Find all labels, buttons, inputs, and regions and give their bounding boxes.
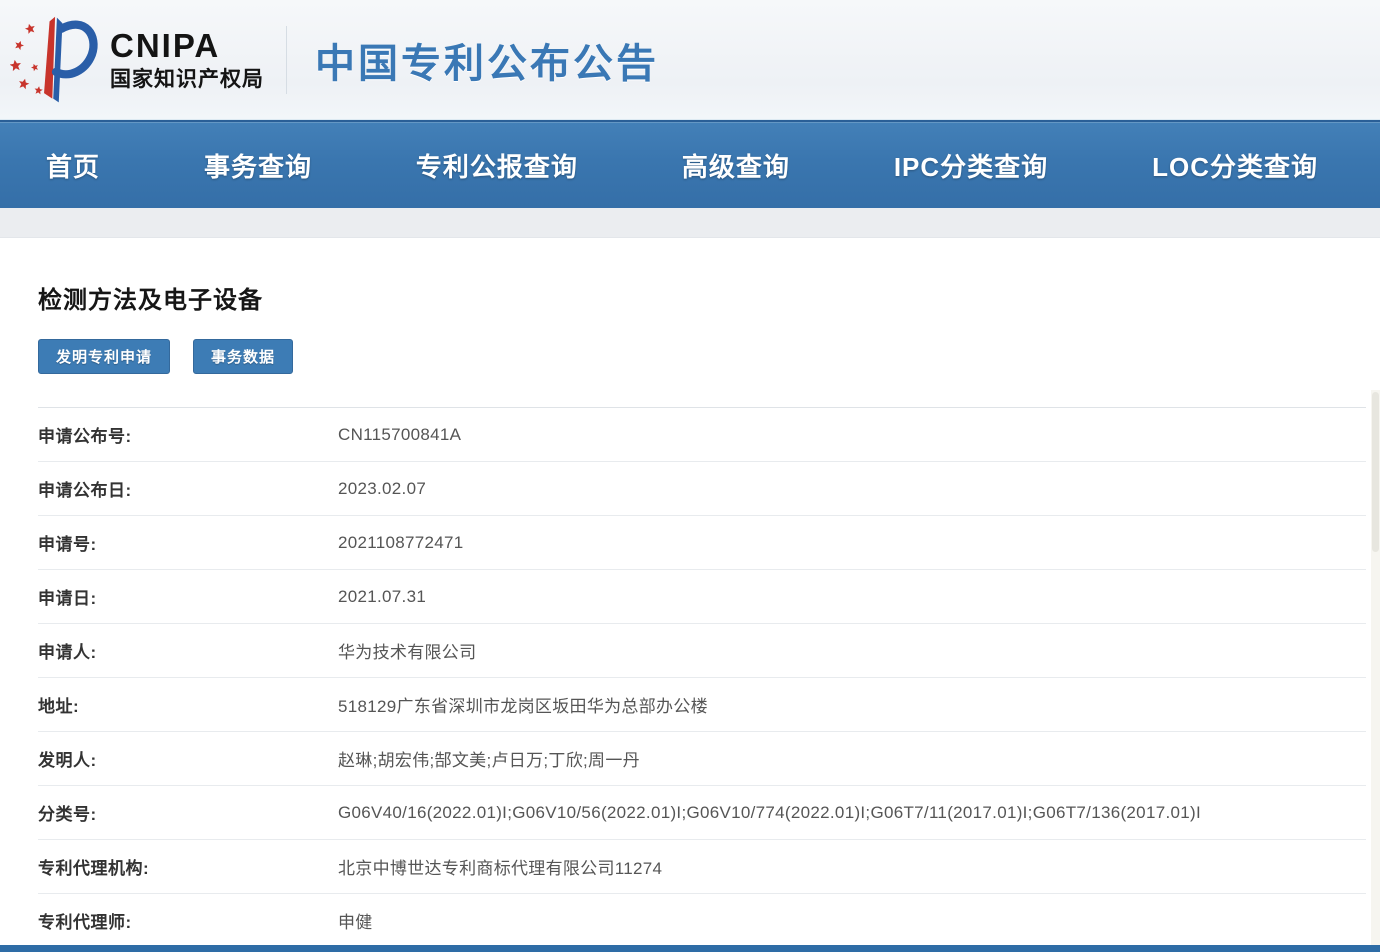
table-row-application-number: 申请号: 2021108772471 <box>38 516 1366 570</box>
logo-org-name: 国家知识产权局 <box>110 68 264 91</box>
nav-item-transaction-query[interactable]: 事务查询 <box>204 147 312 184</box>
field-value: 518129广东省深圳市龙岗区坂田华为总部办公楼 <box>338 692 1366 717</box>
tag-transaction-data-button[interactable]: 事务数据 <box>193 339 293 374</box>
tag-row: 发明专利申请 事务数据 <box>38 339 1380 374</box>
scrollbar[interactable] <box>1371 390 1380 952</box>
nav-item-advanced-query[interactable]: 高级查询 <box>682 147 790 184</box>
patent-title: 检测方法及电子设备 <box>38 280 1380 315</box>
field-label: 地址: <box>38 692 338 717</box>
table-row-publication-number: 申请公布号: CN115700841A <box>38 408 1366 462</box>
patent-detail: 检测方法及电子设备 发明专利申请 事务数据 申请公布号: CN115700841… <box>0 280 1380 948</box>
field-value: 赵琳;胡宏伟;郜文美;卢日万;丁欣;周一丹 <box>338 746 1366 771</box>
logo-acronym: CNIPA <box>110 28 264 64</box>
table-row-agent: 专利代理师: 申健 <box>38 894 1366 948</box>
footer-strip <box>0 945 1380 952</box>
nav-item-loc-query[interactable]: LOC分类查询 <box>1152 147 1318 184</box>
site-title: 中国专利公布公告 <box>315 31 659 89</box>
patent-fields-table: 申请公布号: CN115700841A 申请公布日: 2023.02.07 申请… <box>38 407 1366 948</box>
field-label: 申请号: <box>38 530 338 555</box>
field-label: 申请人: <box>38 638 338 663</box>
nav-item-home[interactable]: 首页 <box>46 147 100 184</box>
field-value: 2023.02.07 <box>338 479 1366 499</box>
field-value: 华为技术有限公司 <box>338 638 1366 663</box>
tag-invention-application-button[interactable]: 发明专利申请 <box>38 339 170 374</box>
table-row-publication-date: 申请公布日: 2023.02.07 <box>38 462 1366 516</box>
field-label: 专利代理机构: <box>38 854 338 879</box>
field-value: 2021.07.31 <box>338 587 1366 607</box>
field-label: 专利代理师: <box>38 908 338 933</box>
sub-header-band <box>0 208 1380 238</box>
field-value: G06V40/16(2022.01)I;G06V10/56(2022.01)I;… <box>338 803 1366 823</box>
table-row-application-date: 申请日: 2021.07.31 <box>38 570 1366 624</box>
table-row-applicant: 申请人: 华为技术有限公司 <box>38 624 1366 678</box>
field-label: 分类号: <box>38 800 338 825</box>
field-label: 申请公布号: <box>38 422 338 447</box>
field-value: 申健 <box>338 908 1366 933</box>
table-row-agency: 专利代理机构: 北京中博世达专利商标代理有限公司11274 <box>38 840 1366 894</box>
field-value: CN115700841A <box>338 425 1366 445</box>
field-label: 申请公布日: <box>38 476 338 501</box>
nav-item-ipc-query[interactable]: IPC分类查询 <box>894 147 1048 184</box>
field-label: 发明人: <box>38 746 338 771</box>
table-row-address: 地址: 518129广东省深圳市龙岗区坂田华为总部办公楼 <box>38 678 1366 732</box>
header-divider <box>286 26 287 94</box>
field-label: 申请日: <box>38 584 338 609</box>
field-value: 北京中博世达专利商标代理有限公司11274 <box>338 854 1366 879</box>
scrollbar-thumb[interactable] <box>1372 392 1379 552</box>
main-nav: 首页 事务查询 专利公报查询 高级查询 IPC分类查询 LOC分类查询 <box>0 120 1380 208</box>
cnipa-emblem-icon <box>10 12 102 108</box>
nav-item-gazette-query[interactable]: 专利公报查询 <box>416 147 578 184</box>
table-row-inventors: 发明人: 赵琳;胡宏伟;郜文美;卢日万;丁欣;周一丹 <box>38 732 1366 786</box>
table-row-classification: 分类号: G06V40/16(2022.01)I;G06V10/56(2022.… <box>38 786 1366 840</box>
site-header: CNIPA 国家知识产权局 中国专利公布公告 <box>0 0 1380 120</box>
cnipa-logo[interactable]: CNIPA 国家知识产权局 <box>10 12 264 108</box>
field-value: 2021108772471 <box>338 533 1366 553</box>
